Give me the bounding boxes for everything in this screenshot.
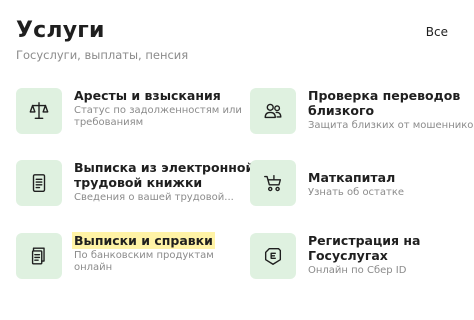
service-tile	[16, 88, 62, 134]
service-description: Сведения о вашей трудовой...	[74, 192, 234, 203]
service-card-statements[interactable]: Выписки и справки По банковским продукта…	[16, 232, 236, 281]
service-card-maternity-capital[interactable]: Маткапитал Узнать об остатке	[250, 160, 470, 208]
page-title: Услуги	[16, 18, 105, 43]
service-title: Аресты и взыскания	[74, 88, 221, 103]
stroller-icon	[264, 174, 282, 192]
page-subtitle: Госуслуги, выплаты, пенсия	[16, 48, 189, 62]
service-tile	[250, 160, 296, 206]
service-description: Статус по задолженностям или требованиям	[74, 105, 242, 128]
service-card-arrests[interactable]: Аресты и взыскания Статус по задолженнос…	[16, 88, 242, 136]
scales-icon	[29, 102, 49, 120]
service-title: Маткапитал	[308, 170, 396, 185]
service-description: По банковским продуктам онлайн	[74, 250, 214, 273]
all-services-link[interactable]: Все	[426, 25, 448, 39]
service-tile	[16, 160, 62, 206]
service-description: Узнать об остатке	[308, 187, 405, 198]
service-card-transfer-check[interactable]: Проверка переводов близкого Защита близк…	[250, 88, 474, 136]
service-title: Регистрация на Госуслугах	[308, 233, 421, 263]
service-title: Проверка переводов близкого	[308, 88, 461, 118]
service-tile	[16, 233, 62, 279]
service-tile	[250, 88, 296, 134]
service-description: Защита близких от мошенников	[308, 120, 474, 131]
service-card-gosuslugi-registration[interactable]: Регистрация на Госуслугах Онлайн по Сбер…	[250, 233, 470, 281]
highlighted-title: Выписки и справки	[72, 232, 215, 249]
service-card-work-record[interactable]: Выписка из электронной трудовой книжки С…	[16, 160, 254, 208]
people-icon	[264, 103, 282, 119]
documents-icon	[31, 247, 45, 265]
document-icon	[32, 174, 46, 192]
service-tile	[250, 233, 296, 279]
service-description: Онлайн по Сбер ID	[308, 265, 407, 276]
service-title: Выписка из электронной трудовой книжки	[74, 160, 255, 190]
service-title: Выписки и справки	[72, 232, 215, 249]
gosuslugi-logo-icon	[264, 247, 282, 265]
